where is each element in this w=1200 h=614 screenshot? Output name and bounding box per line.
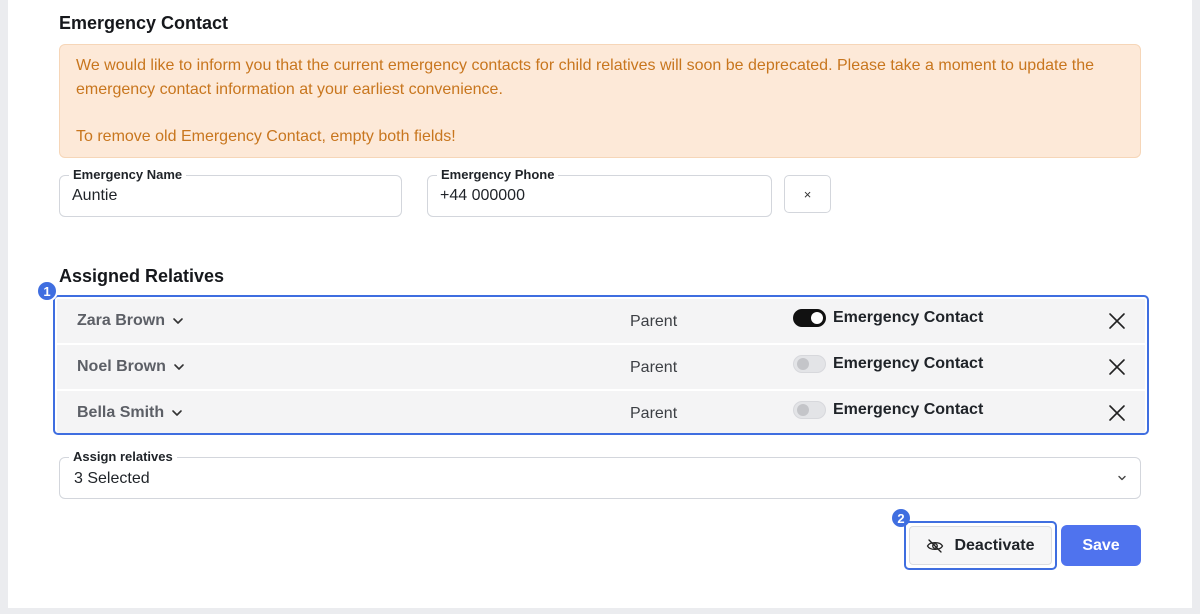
page-edge-bottom	[0, 608, 1200, 614]
emergency-phone-input[interactable]	[440, 187, 759, 205]
relative-role: Parent	[630, 313, 678, 330]
deprecation-notice: We would like to inform you that the cur…	[59, 44, 1141, 158]
chevron-down-icon	[1118, 475, 1126, 481]
deactivate-highlight: Deactivate	[904, 521, 1057, 570]
emergency-contact-label: Emergency Contact	[833, 309, 984, 326]
emergency-phone-field[interactable]: Emergency Phone	[427, 168, 772, 217]
page-edge-right	[1192, 0, 1200, 614]
assign-relatives-label: Assign relatives	[69, 450, 177, 464]
page-edge-left	[0, 0, 8, 614]
save-button[interactable]: Save	[1061, 525, 1141, 566]
notice-text: We would like to inform you that the cur…	[76, 57, 1095, 98]
toggle-knob	[797, 358, 809, 370]
emergency-contact-toggle[interactable]	[793, 309, 826, 327]
step-badge: 1	[36, 280, 58, 302]
relative-name-dropdown[interactable]: Zara Brown	[77, 312, 185, 330]
toggle-knob	[811, 312, 823, 324]
assign-relatives-select[interactable]: Assign relatives 3 Selected	[59, 450, 1141, 499]
assigned-relatives-list: Zara Brown Parent Emergency Contact Noel…	[53, 295, 1149, 435]
close-icon[interactable]	[1108, 312, 1126, 330]
emergency-contact-label: Emergency Contact	[833, 401, 984, 418]
relative-name-dropdown[interactable]: Noel Brown	[77, 358, 186, 376]
emergency-contact-label: Emergency Contact	[833, 355, 984, 372]
relative-role: Parent	[630, 359, 678, 376]
deactivate-label: Deactivate	[954, 536, 1035, 554]
close-icon[interactable]	[1108, 404, 1126, 422]
relative-name: Bella Smith	[77, 404, 165, 421]
relative-row: Noel Brown Parent Emergency Contact	[57, 345, 1145, 389]
emergency-contact-toggle[interactable]	[793, 355, 826, 373]
relative-name-dropdown[interactable]: Bella Smith	[77, 404, 184, 422]
emergency-phone-label: Emergency Phone	[437, 168, 559, 182]
emergency-name-label: Emergency Name	[69, 168, 187, 182]
assigned-relatives-title: Assigned Relatives	[59, 266, 225, 286]
emergency-name-input[interactable]	[72, 187, 389, 205]
toggle-knob	[797, 404, 809, 416]
eye-off-icon	[927, 538, 944, 553]
deactivate-button[interactable]: Deactivate	[909, 526, 1052, 565]
relative-row: Bella Smith Parent Emergency Contact	[57, 391, 1145, 433]
emergency-contact-title: Emergency Contact	[59, 13, 229, 33]
relative-name: Zara Brown	[77, 312, 166, 329]
notice-remove-hint: To remove old Emergency Contact, empty b…	[76, 128, 456, 145]
relative-name: Noel Brown	[77, 358, 166, 375]
close-icon[interactable]	[1108, 358, 1126, 376]
relative-row: Zara Brown Parent Emergency Contact	[57, 299, 1145, 343]
chevron-down-icon	[173, 318, 183, 324]
emergency-contact-toggle[interactable]	[793, 401, 826, 419]
clear-emergency-button[interactable]: ×	[784, 175, 831, 213]
assign-relatives-value: 3 Selected	[74, 470, 150, 487]
chevron-down-icon	[174, 364, 184, 370]
relative-role: Parent	[630, 405, 678, 422]
emergency-name-field[interactable]: Emergency Name	[59, 168, 402, 217]
chevron-down-icon	[172, 410, 182, 416]
